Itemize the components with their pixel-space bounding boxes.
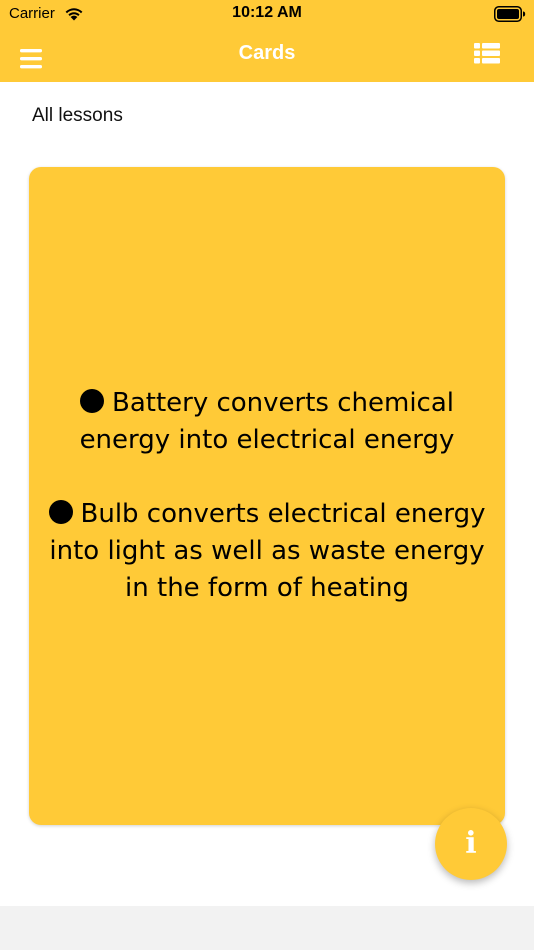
card-point-text: Bulb converts electrical energy into lig… xyxy=(49,499,486,603)
info-icon: i xyxy=(465,826,477,861)
nav-bar: Cards xyxy=(0,28,534,82)
page-title: Cards xyxy=(238,42,296,64)
card-point-1: Battery converts chemical energy into el… xyxy=(43,385,491,459)
card-point-2: Bulb converts electrical energy into lig… xyxy=(43,496,491,607)
bullet-icon xyxy=(79,389,104,413)
card-point-text: Battery converts chemical energy into el… xyxy=(79,388,455,455)
flash-card[interactable]: Battery converts chemical energy into el… xyxy=(29,167,505,825)
info-button[interactable]: i xyxy=(435,808,507,880)
status-bar: Carrier 10:12 AM xyxy=(0,0,534,28)
clock: 10:12 AM xyxy=(232,4,302,21)
list-view-button[interactable] xyxy=(470,40,504,68)
list-view-icon xyxy=(474,43,500,64)
bottom-bar xyxy=(0,906,534,950)
breadcrumb[interactable]: All lessons xyxy=(32,105,123,127)
bullet-icon xyxy=(48,500,73,524)
battery-icon xyxy=(494,6,526,22)
